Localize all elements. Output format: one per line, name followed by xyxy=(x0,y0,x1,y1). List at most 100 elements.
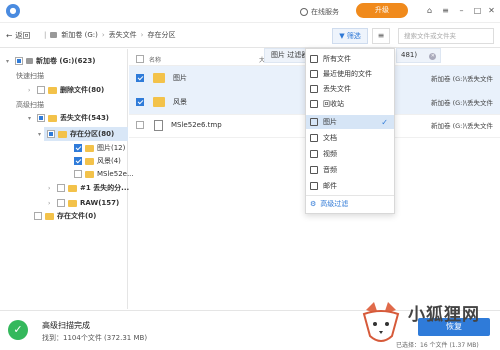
chevron-right-icon[interactable]: › xyxy=(48,185,54,192)
chevron-down-icon[interactable]: ▾ xyxy=(6,58,12,65)
scan-status-found: 找到：1104个文件 (372.31 MB) xyxy=(42,334,148,342)
filter-option-lost[interactable]: 丢失文件 xyxy=(306,82,394,96)
tree-checkbox[interactable] xyxy=(47,130,55,138)
chevron-down-icon[interactable]: ▾ xyxy=(38,131,44,138)
file-name: 风景 xyxy=(173,98,187,106)
filter-tag-count-label: 481) xyxy=(401,51,418,59)
tree-label: 存在分区(80) xyxy=(70,130,115,138)
folder-icon xyxy=(58,130,67,138)
tree-node-root[interactable]: ▾ 新加卷 (G:)(623) xyxy=(6,55,95,67)
filter-option-audio[interactable]: 音频 xyxy=(306,163,394,177)
tree-label: 删除文件(80) xyxy=(60,86,105,94)
chevron-right-icon[interactable]: › xyxy=(28,87,34,94)
folder-icon xyxy=(48,114,57,122)
back-label: 返回 xyxy=(15,31,31,40)
quick-scan-label: 快速扫描 xyxy=(16,72,44,80)
filter-icon: ▼ xyxy=(339,32,345,40)
all-files-icon xyxy=(310,55,318,63)
filter-option-label: 最近使用的文件 xyxy=(323,70,372,78)
filter-option-label: 文档 xyxy=(323,134,337,142)
recycle-bin-icon xyxy=(310,100,318,108)
chevron-down-icon[interactable]: ▾ xyxy=(28,115,34,122)
tree-label: MSle52e... xyxy=(97,170,134,178)
home-icon[interactable]: ⌂ xyxy=(424,5,435,16)
tree-label: 新加卷 (G:)(623) xyxy=(36,57,96,65)
select-all-checkbox[interactable] xyxy=(136,55,144,63)
filter-label: 筛选 xyxy=(346,32,361,40)
folder-icon xyxy=(48,86,57,94)
tree-label: 丢失文件(543) xyxy=(60,114,110,122)
tree-checkbox[interactable] xyxy=(57,184,65,192)
close-icon[interactable]: ✕ xyxy=(486,5,497,16)
filter-option-recent[interactable]: 最近使用的文件 xyxy=(306,67,394,81)
check-circle-icon: ✓ xyxy=(8,320,28,340)
maximize-icon[interactable]: □ xyxy=(472,5,483,16)
breadcrumb-lost[interactable]: 丢失文件 xyxy=(109,30,137,40)
folder-icon xyxy=(85,170,94,178)
tree-node-pictures[interactable]: 图片(12) xyxy=(74,142,125,154)
row-checkbox[interactable] xyxy=(136,121,144,129)
tree-checkbox[interactable] xyxy=(37,86,45,94)
tree-checkbox[interactable] xyxy=(74,144,82,152)
navigation-bar: ← 返回 | 新加卷 (G:) › 丢失文件 › 存在分区 ▼ 筛选 ≡ 搜索文… xyxy=(0,24,500,48)
breadcrumb-drive[interactable]: 新加卷 (G:) xyxy=(61,30,97,40)
chevron-right-icon[interactable]: › xyxy=(48,200,54,207)
filter-option-pictures[interactable]: 图片 ✓ xyxy=(306,115,394,129)
mail-icon xyxy=(310,182,318,190)
file-name: MSle52e6.tmp xyxy=(171,121,222,129)
row-checkbox[interactable] xyxy=(136,98,144,106)
advanced-filter-button[interactable]: ⚙ 高级过滤 xyxy=(310,199,348,209)
tree-checkbox[interactable] xyxy=(74,157,82,165)
tree-checkbox[interactable] xyxy=(15,57,23,65)
filter-dropdown: 所有文件 最近使用的文件 丢失文件 回收站 图片 ✓ 文档 视频 音频 邮件 ⚙ … xyxy=(305,48,395,214)
minimize-icon[interactable]: – xyxy=(456,5,467,16)
tree-node-lost-partition[interactable]: › #1 丢失的分... xyxy=(48,182,129,194)
filter-option-label: 所有文件 xyxy=(323,55,351,63)
tree-label: #1 丢失的分... xyxy=(80,184,130,192)
tree-node-existing[interactable]: ▾ 存在分区(80) xyxy=(38,128,114,140)
filter-option-label: 邮件 xyxy=(323,182,337,190)
scan-status-title: 高级扫描完成 xyxy=(42,321,90,330)
filter-button[interactable]: ▼ 筛选 xyxy=(332,28,368,44)
lost-files-icon xyxy=(310,85,318,93)
drive-icon xyxy=(26,58,33,64)
audio-icon xyxy=(310,166,318,174)
filter-option-label: 回收站 xyxy=(323,100,344,108)
advanced-filter-label: 高级过滤 xyxy=(320,200,349,208)
filter-option-mail[interactable]: 邮件 xyxy=(306,179,394,193)
row-checkbox[interactable] xyxy=(136,74,144,82)
clear-filter-icon[interactable]: ✕ xyxy=(429,53,437,60)
watermark-text: 小狐狸网 xyxy=(408,305,480,325)
upgrade-button[interactable]: 升级 xyxy=(356,3,408,18)
tree-label: 存在文件(0) xyxy=(57,212,97,220)
tree-node-deleted[interactable]: › 删除文件(80) xyxy=(28,84,104,96)
tree-node-tmp[interactable]: MSle52e... xyxy=(74,168,134,180)
upgrade-label: 升级 xyxy=(375,6,389,14)
tree-checkbox[interactable] xyxy=(57,199,65,207)
picture-icon xyxy=(310,118,318,126)
video-icon xyxy=(310,150,318,158)
tree-label: 风景(4) xyxy=(97,157,121,165)
filter-option-video[interactable]: 视频 xyxy=(306,147,394,161)
filter-option-all[interactable]: 所有文件 xyxy=(306,52,394,66)
filter-option-documents[interactable]: 文档 xyxy=(306,131,394,145)
menu-icon[interactable]: ≡ xyxy=(440,5,451,16)
search-input[interactable]: 搜索文件或文件夹 xyxy=(398,28,494,44)
breadcrumb-existing[interactable]: 存在分区 xyxy=(147,30,175,40)
tree-node-raw[interactable]: › RAW(157) xyxy=(48,197,119,209)
tree-checkbox[interactable] xyxy=(74,170,82,178)
tree-node-lost[interactable]: ▾ 丢失文件(543) xyxy=(28,112,109,124)
filter-option-recycle[interactable]: 回收站 xyxy=(306,97,394,111)
tree-node-scenery[interactable]: 风景(4) xyxy=(74,155,121,167)
tree-node-existing-files[interactable]: 存在文件(0) xyxy=(34,210,96,222)
advanced-scan-label: 高级扫描 xyxy=(16,101,44,109)
tree-checkbox[interactable] xyxy=(34,212,42,220)
view-menu-button[interactable]: ≡ xyxy=(372,28,390,44)
back-button[interactable]: ← 返回 xyxy=(6,30,30,41)
document-icon xyxy=(310,134,318,142)
online-service-link[interactable]: 在线服务 xyxy=(300,7,339,17)
folder-icon xyxy=(68,184,77,192)
column-name[interactable]: 名称 xyxy=(149,55,161,64)
tree-checkbox[interactable] xyxy=(37,114,45,122)
breadcrumb-separator-icon: | xyxy=(44,31,47,39)
